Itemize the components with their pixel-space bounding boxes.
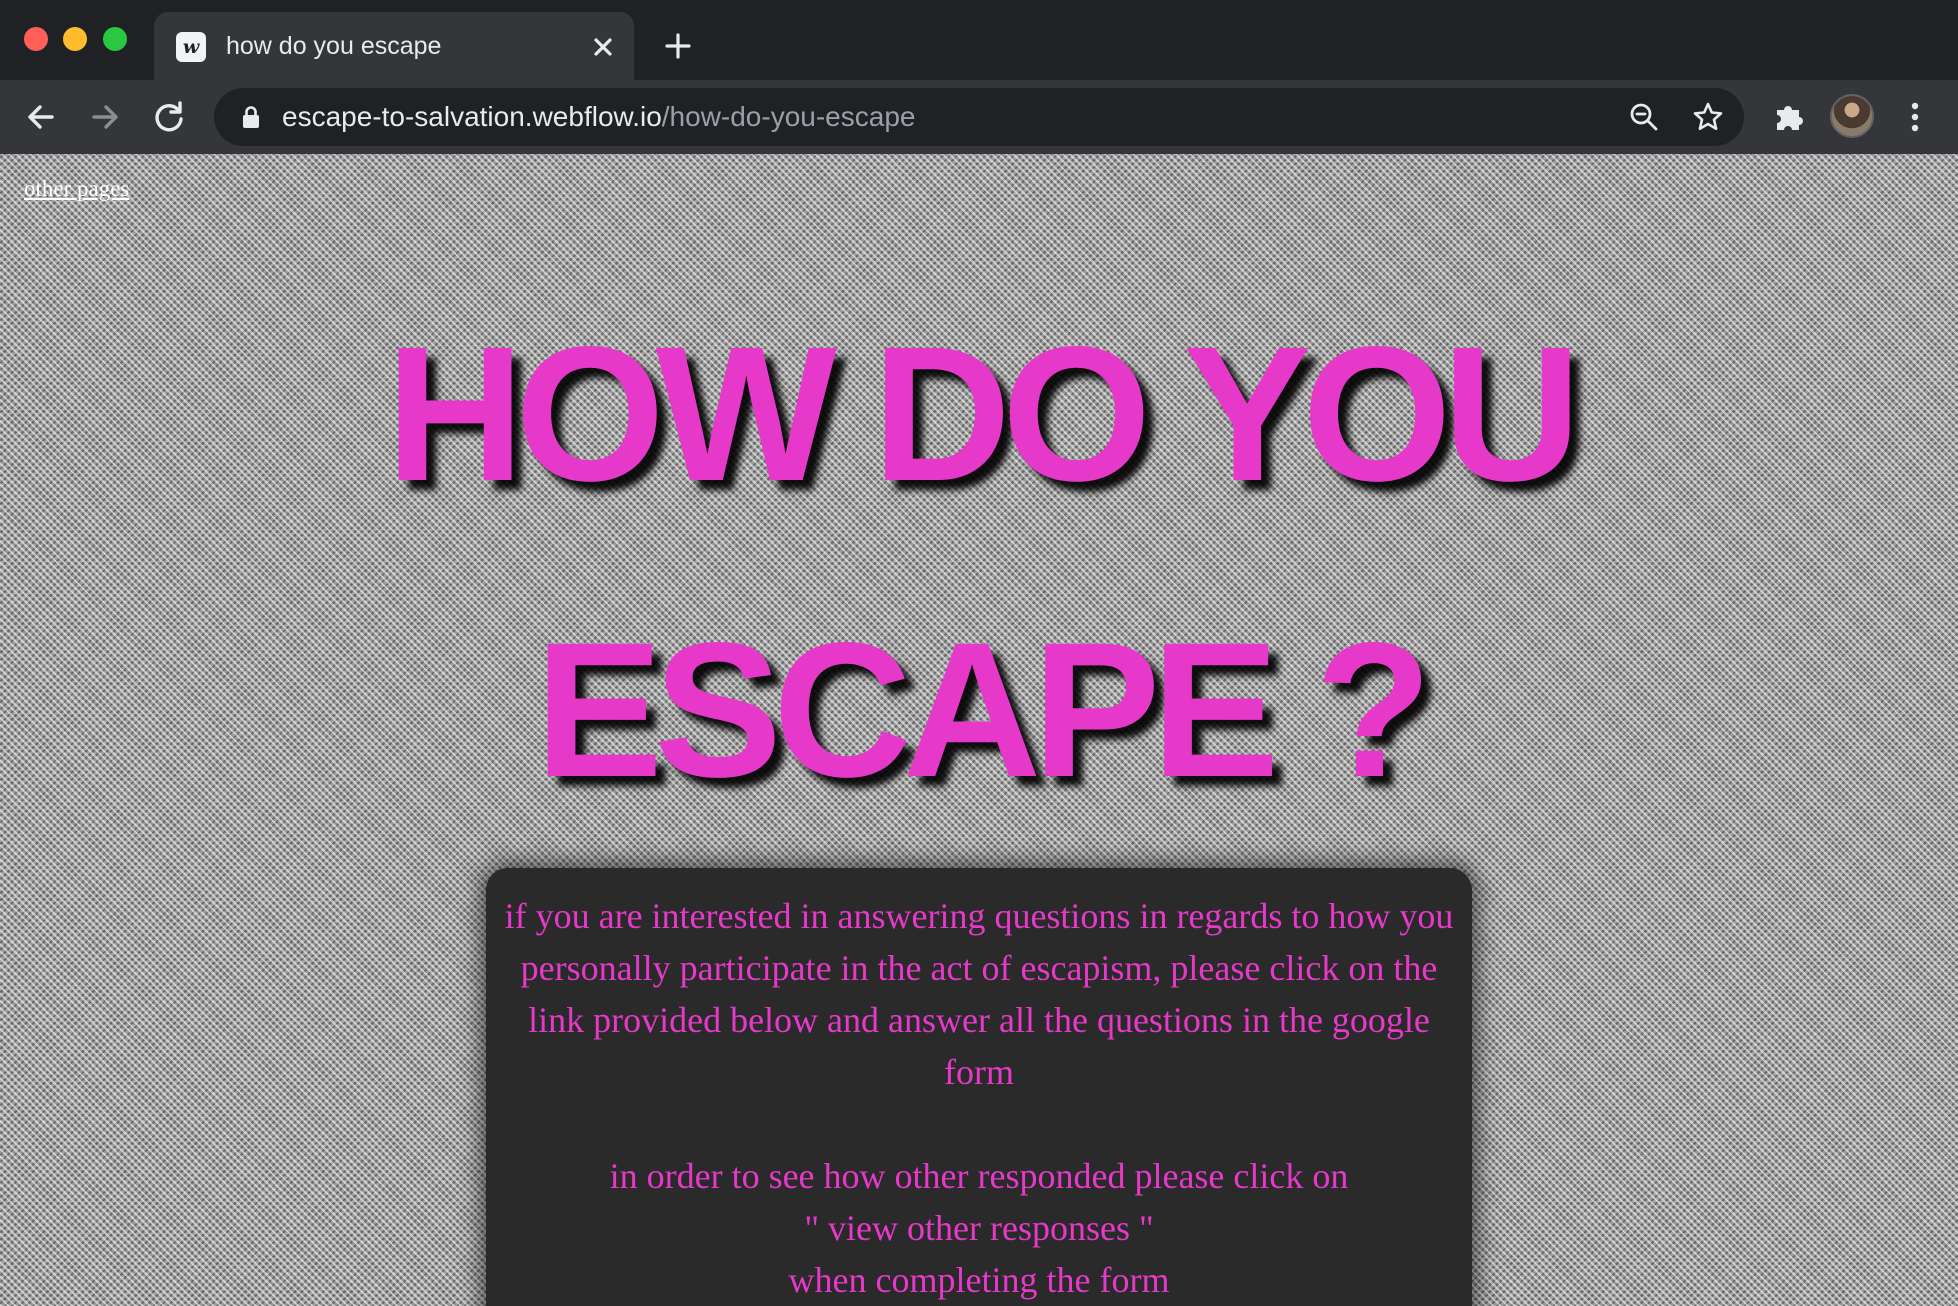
card-paragraph-2-line-3: when completing the form [788, 1260, 1170, 1300]
card-paragraph-2-line-1: in order to see how other responded plea… [609, 1156, 1349, 1196]
puzzle-extension-icon[interactable] [1770, 98, 1808, 136]
profile-avatar[interactable] [1830, 94, 1874, 138]
url-path: /how-do-you-escape [661, 101, 916, 132]
star-icon[interactable] [1692, 101, 1724, 133]
more-vertical-icon[interactable] [1896, 98, 1934, 136]
tab-strip: w how do you escape [0, 0, 1958, 80]
close-icon[interactable] [586, 30, 620, 64]
other-pages-link[interactable]: other pages [24, 176, 129, 202]
headline-line-2: ESCAPE ? [534, 602, 1432, 817]
url-host: escape-to-salvation.webflow.io [282, 101, 662, 132]
reload-icon[interactable] [150, 98, 188, 136]
card-paragraph-2-line-2: " view other responses " [804, 1208, 1154, 1248]
page-content: other pages HOW DO YOU ESCAPE ? if you a… [0, 154, 1958, 1306]
zoom-icon[interactable] [1628, 101, 1660, 133]
maximize-window-button[interactable] [103, 27, 127, 51]
forward-arrow-icon[interactable] [86, 98, 124, 136]
address-bar[interactable]: escape-to-salvation.webflow.io/how-do-yo… [214, 88, 1744, 146]
close-window-button[interactable] [24, 27, 48, 51]
webflow-favicon-icon: w [176, 32, 206, 62]
card-paragraph-1: if you are interested in answering quest… [504, 896, 1454, 1092]
url-text[interactable]: escape-to-salvation.webflow.io/how-do-yo… [282, 98, 915, 136]
tab-title: how do you escape [226, 32, 442, 60]
minimize-window-button[interactable] [63, 27, 87, 51]
plus-icon[interactable] [660, 28, 696, 64]
browser-toolbar: escape-to-salvation.webflow.io/how-do-yo… [0, 80, 1958, 154]
back-arrow-icon[interactable] [22, 98, 60, 136]
lock-icon[interactable] [240, 105, 262, 129]
headline-line-1: HOW DO YOU [385, 306, 1582, 521]
info-card: if you are interested in answering quest… [486, 868, 1472, 1306]
active-tab[interactable]: w how do you escape [154, 12, 634, 80]
